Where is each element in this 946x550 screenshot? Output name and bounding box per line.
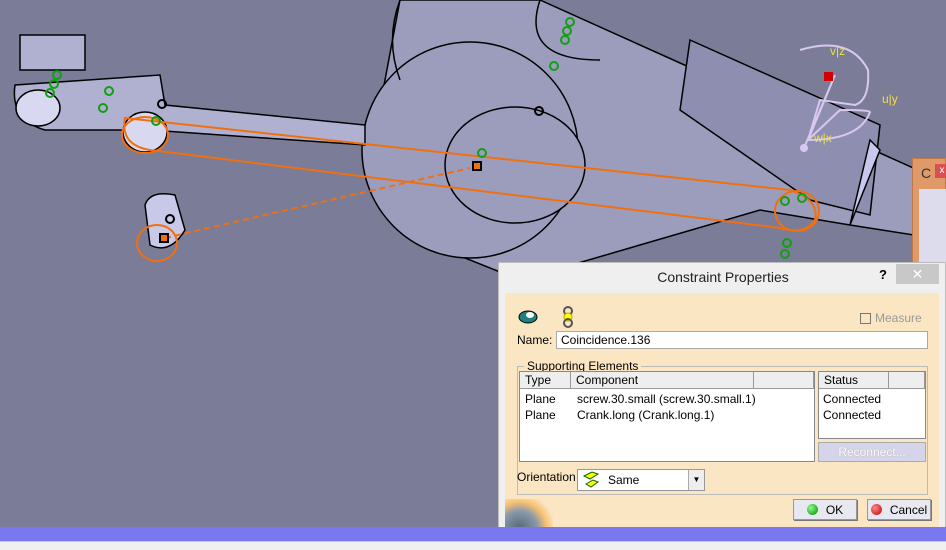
- axis-label-v: v|z: [830, 44, 846, 58]
- status-bar: [0, 541, 946, 550]
- row-1-status: Connected: [823, 392, 882, 406]
- column-header-empty[interactable]: [889, 372, 925, 389]
- ok-icon: [806, 504, 818, 515]
- ok-button[interactable]: OK: [793, 499, 857, 520]
- catia-logo: [505, 499, 553, 529]
- constraint-properties-dialog: Constraint Properties ? ✕ Measure Name: …: [498, 262, 946, 529]
- row-2-status: Connected: [823, 408, 882, 422]
- mini-panel-close-button[interactable]: x: [935, 164, 946, 178]
- dialog-content: Measure Name: Coincidence.136 Supporting…: [505, 293, 939, 529]
- row-2-type[interactable]: Plane: [525, 407, 556, 423]
- cancel-label: Cancel: [889, 502, 928, 517]
- connection-icon: [563, 306, 573, 328]
- crank-link: [13, 34, 366, 249]
- close-button[interactable]: ✕: [896, 264, 939, 284]
- orientation-select[interactable]: Same ▼: [577, 469, 705, 491]
- row-1-type[interactable]: Plane: [525, 391, 556, 407]
- orientation-label: Orientation: [517, 470, 576, 484]
- axis-label-u: u|y: [882, 92, 898, 106]
- coincidence-constraint-icon: [518, 310, 538, 324]
- reconnect-button[interactable]: Reconnect...: [818, 442, 926, 462]
- column-header-type[interactable]: Type: [520, 372, 571, 389]
- cancel-button[interactable]: Cancel: [867, 499, 931, 520]
- name-input[interactable]: Coincidence.136: [556, 331, 928, 349]
- housing: [361, 0, 946, 281]
- column-header-component[interactable]: Component: [571, 372, 754, 389]
- chevron-down-icon[interactable]: ▼: [688, 470, 704, 490]
- checkbox-box[interactable]: [860, 312, 871, 324]
- ok-label: OK: [825, 502, 844, 517]
- axis-label-w: w|x: [814, 131, 832, 145]
- row-1-component[interactable]: screw.30.small (screw.30.small.1): [577, 391, 756, 407]
- status-list[interactable]: Status Connected Connected: [818, 371, 926, 439]
- cancel-icon: [870, 504, 882, 515]
- orientation-same-icon: [582, 471, 600, 488]
- mini-panel-title: C: [921, 165, 932, 181]
- help-button[interactable]: ?: [879, 267, 887, 282]
- supporting-elements-list[interactable]: Type Component Plane screw.30.small (scr…: [519, 371, 815, 462]
- measure-checkbox[interactable]: Measure: [860, 311, 922, 325]
- row-2-component[interactable]: Crank.long (Crank.long.1): [577, 407, 714, 423]
- measure-label: Measure: [875, 311, 922, 325]
- mini-toolbar-panel[interactable]: C x: [912, 158, 946, 264]
- column-header-empty[interactable]: [754, 372, 814, 389]
- orientation-value: Same: [608, 473, 640, 487]
- bottom-toolbar: [0, 527, 946, 541]
- name-label: Name:: [517, 333, 553, 347]
- mini-panel-body: [919, 189, 946, 264]
- column-header-status[interactable]: Status: [819, 372, 889, 389]
